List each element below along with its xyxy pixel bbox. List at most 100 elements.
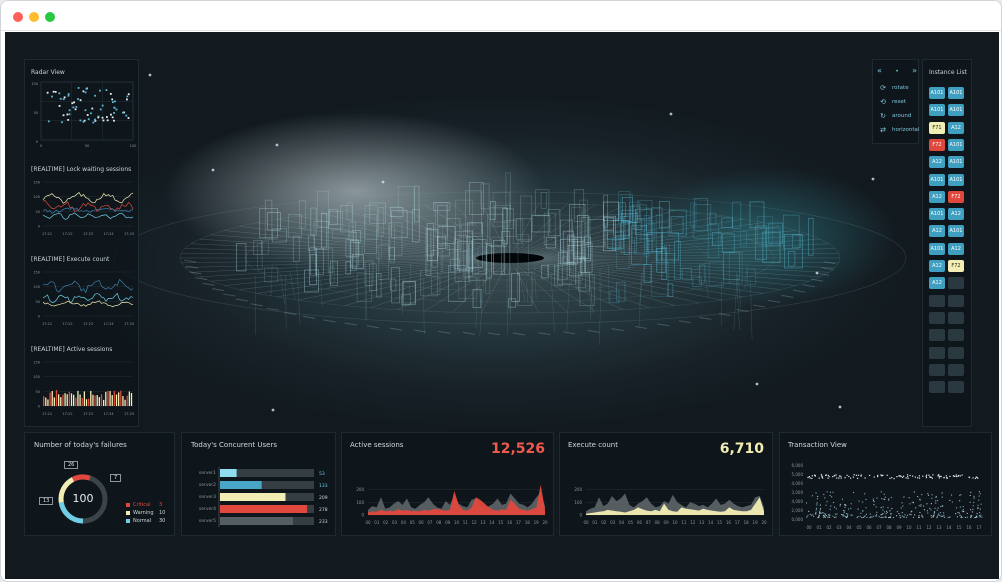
instance-cell-a101[interactable]: A101 [948,104,964,117]
radar-point [113,106,116,109]
reset-button[interactable]: ⟲ reset [879,98,906,106]
rotate-button[interactable]: ⟳ rotate [879,84,909,92]
browser-window: Radar View 100 50 0 0 50 100 [REALTIME] Lock … [0,0,1002,582]
ecarea-x-tick: 03 [610,520,616,525]
instance-cell-a101[interactable]: A101 [929,87,945,99]
ecarea-x-tick: 06 [637,520,643,525]
tx-point [910,514,912,516]
tx-point [971,515,973,517]
tx-point [937,513,940,515]
tx-point [819,507,822,510]
tx-point [873,501,875,503]
concurrent-users-chart[interactable]: server1 53 server2 133 server3 209 server4 278 s… [182,461,337,531]
tx-point-high [820,474,823,476]
transaction-view-chart[interactable]: 6,000 5,000 4,000 3,000 4,000 2,000 0,00000 01 0… [780,459,993,533]
tx-point [903,496,905,498]
tx-point-high [857,474,860,476]
execute-realtime-chart[interactable]: 150 100 50 017:21 17:22 17:23 17:24 17:25 [25,266,140,336]
tx-point-high [925,477,928,479]
tx-point [829,508,831,510]
instance-cell-a101[interactable]: A101 [929,173,945,186]
maximize-window-button[interactable] [45,12,55,22]
around-button[interactable]: ↻ around [879,112,911,120]
tx-point [884,496,886,498]
ecarea-x-tick: 20 [761,520,767,525]
instance-cell-a12[interactable]: A12 [929,190,945,203]
activechart-x-tick: 17:21 [42,412,52,416]
nav-prev-icon[interactable]: « [877,66,882,77]
instance-cell-a12[interactable]: A12 [929,156,945,169]
instance-cell-a12[interactable]: A12 [929,225,945,238]
active-realtime-chart[interactable]: 150 100 50 017:21 17:22 17:23 17:24 17:25 [25,356,140,426]
ecarea-x-tick: 13 [699,520,705,525]
lockchart-y-tick: 0 [38,225,40,229]
instance-cell-a101[interactable]: A101 [948,156,964,169]
radar-view-chart[interactable]: 100 50 00 50 100 [25,78,140,153]
instance-cell-a101[interactable]: A101 [948,87,964,99]
tx-point-high [938,474,940,476]
legend-critical-swatch [126,503,130,507]
activechart-bar [83,391,86,406]
failures-panel: Number of today's failures 100 26 7 13 C… [24,432,175,536]
activechart-bar [66,394,68,406]
ecarea-x-tick: 07 [646,520,652,525]
instance-cell-f72[interactable]: F72 [948,190,964,203]
activechart-bar [45,397,47,406]
instance-cell-a12[interactable]: A12 [929,277,945,290]
instance-cell-a101[interactable]: A101 [929,242,945,255]
tx-y-tick: 0,000 [792,517,804,522]
tx-point [927,494,930,496]
instance-cell-a12[interactable]: A12 [948,208,964,221]
instance-cell-a12[interactable]: A12 [948,242,964,255]
instance-cell-a12[interactable]: A12 [929,260,945,272]
instance-cell-empty [948,346,964,359]
tx-point-high [886,474,888,476]
hbar-category-server3: server3 [199,494,216,500]
instance-cell-f72[interactable]: F72 [929,138,945,151]
outer-tick-12 [678,320,691,324]
tx-point [937,507,939,509]
tx-point-high [868,474,871,477]
active-realtime-title: [REALTIME] Active sessions [31,346,113,353]
radar-point [79,119,82,122]
active-sessions-chart[interactable]: 010020000 01 02 03 04 05 06 07 08 09 10 11 12 13 14 15 1… [342,473,555,535]
tx-point [812,514,814,516]
lockchart-x-tick: 17:22 [62,232,72,236]
instance-cell-a101[interactable]: A101 [948,225,964,238]
nav-dot-icon[interactable]: • [895,66,899,77]
instance-cell-a101[interactable]: A101 [929,208,945,221]
minimize-window-button[interactable] [29,12,39,22]
activechart-bar [128,391,131,406]
tx-point [971,511,974,513]
lock-waiting-chart[interactable]: 150 100 50 017:21 17:22 17:23 17:24 17:25 [25,176,140,246]
tx-point [919,511,921,514]
horizontal-button[interactable]: ⇄ horizontal [879,126,919,134]
asarea-x-tick: 06 [419,520,425,525]
tx-point [875,506,877,508]
instance-cell-a12[interactable]: A12 [948,121,964,134]
tx-point [923,505,925,507]
instance-cell-a101[interactable]: A101 [948,173,964,186]
drop-line-37 [422,278,425,335]
tx-point [850,507,852,509]
reset-icon: ⟲ [880,98,886,106]
activechart-x-tick: 17:24 [103,412,114,416]
nav-next-icon[interactable]: » [912,66,917,77]
tx-point [976,512,978,515]
instance-cell-f72[interactable]: F72 [948,260,964,272]
activechart-bar [103,399,105,406]
outer-tick-25 [366,325,380,329]
radar-point [94,94,96,97]
outer-tick-32 [235,298,249,302]
tx-point [901,502,903,504]
asarea-y-tick: 200 [356,487,364,492]
close-window-button[interactable] [13,12,23,22]
instance-cell-a101[interactable]: A101 [948,138,964,151]
star-dot-7 [381,180,385,184]
instance-cell-a101[interactable]: A101 [929,104,945,117]
activechart-bar [130,392,133,406]
tx-point [875,515,877,517]
execute-count-chart[interactable]: 010020000 01 02 03 04 05 06 07 08 09 10 11 12 13 14 15 1… [560,473,774,535]
tx-point [976,516,978,518]
instance-cell-f71[interactable]: F71 [929,121,945,134]
